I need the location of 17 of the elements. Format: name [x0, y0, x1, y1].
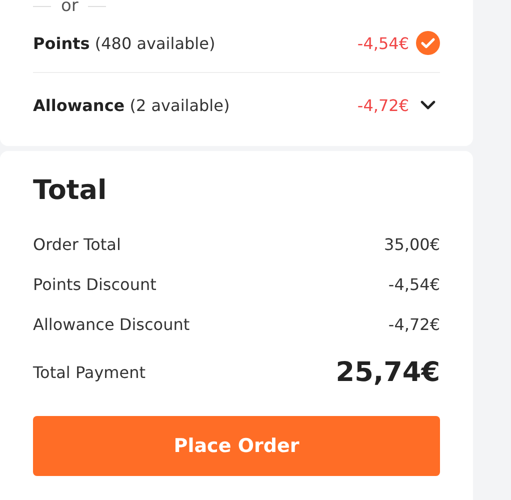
- or-separator: or: [61, 0, 78, 16]
- summary-value: 35,00€: [384, 234, 440, 254]
- total-payment-label: Total Payment: [33, 362, 146, 382]
- discount-amount: -4,54€: [357, 34, 409, 52]
- summary-label: Order Total: [33, 234, 121, 254]
- summary-label: Allowance Discount: [33, 314, 190, 334]
- discount-amount: -4,72€: [357, 96, 409, 114]
- chevron-icon[interactable]: [420, 100, 436, 110]
- check-icon[interactable]: [416, 31, 440, 55]
- place-order-button[interactable]: Place Order: [33, 416, 440, 476]
- summary-value: -4,72€: [388, 314, 440, 334]
- summary-label: Points Discount: [33, 274, 156, 294]
- discount-label: Points (480 available): [33, 34, 216, 52]
- summary-value: -4,54€: [388, 274, 440, 294]
- total-heading: Total: [33, 175, 108, 206]
- discount-label: Allowance (2 available): [33, 96, 230, 114]
- total-payment-value: 25,74€: [336, 356, 440, 388]
